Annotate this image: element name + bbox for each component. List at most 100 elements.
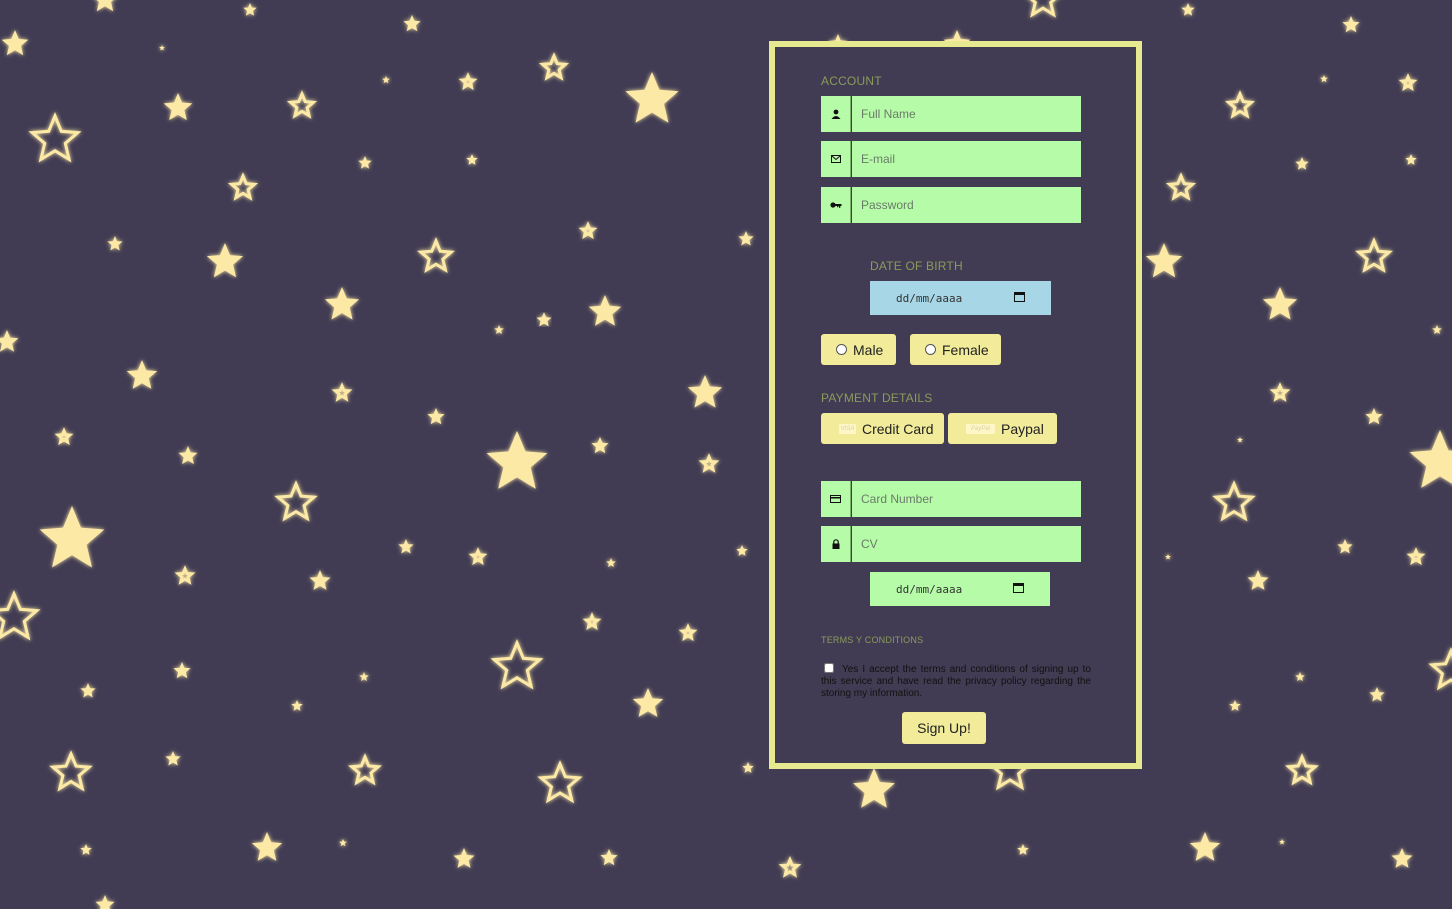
star-icon: [1369, 687, 1385, 702]
star-icon: [1295, 672, 1305, 681]
sign-up-button[interactable]: Sign Up!: [902, 712, 986, 744]
star-icon: [347, 753, 383, 786]
star-icon: [606, 558, 616, 567]
star-icon: [591, 437, 609, 454]
star-icon: [1, 30, 29, 56]
star-icon: [742, 762, 754, 773]
star-icon: [28, 112, 82, 163]
star-icon: [1320, 75, 1328, 83]
email-group: [821, 141, 1081, 177]
star-icon: [1262, 287, 1298, 320]
paypal-label: Paypal: [1001, 420, 1044, 437]
paypal-button[interactable]: PayPal Paypal: [948, 413, 1057, 444]
male-label: Male: [853, 341, 884, 358]
dob-date-placeholder: dd/mm/aaaa: [896, 291, 963, 305]
terms-checkbox[interactable]: [824, 663, 834, 673]
star-icon: [687, 375, 723, 408]
star-icon: [736, 545, 748, 556]
terms-statement: Yes I accept the terms and conditions of…: [821, 663, 1091, 700]
star-icon: [324, 287, 360, 320]
expiry-date-input[interactable]: dd/mm/aaaa: [870, 572, 1050, 606]
star-icon: [403, 15, 421, 32]
female-label: Female: [942, 341, 989, 358]
star-icon: [453, 848, 475, 868]
star-icon: [358, 156, 372, 169]
female-radio[interactable]: [925, 344, 936, 355]
starry-background: [0, 0, 1452, 909]
star-icon: [486, 431, 548, 489]
star-icon: [243, 3, 257, 16]
star-icon: [1212, 480, 1256, 522]
star-icon: [1337, 539, 1353, 554]
credit-card-label: Credit Card: [862, 420, 934, 437]
paypal-logo-icon: PayPal: [966, 423, 995, 434]
star-icon: [1391, 848, 1413, 868]
star-icon: [54, 427, 74, 446]
star-icon: [1365, 408, 1383, 425]
envelope-icon: [821, 141, 851, 177]
credit-card-button[interactable]: VISA Credit Card: [821, 413, 944, 444]
star-icon: [398, 539, 414, 554]
star-icon: [1269, 382, 1291, 402]
account-heading: ACCOUNT: [821, 74, 882, 88]
star-icon: [427, 408, 445, 425]
password-input[interactable]: [852, 187, 1081, 223]
terms-heading: TERMS Y CONDITIONS: [821, 635, 924, 645]
cv-group: [821, 526, 1081, 562]
female-option[interactable]: Female: [910, 334, 1001, 365]
dob-heading: DATE OF BIRTH: [870, 259, 963, 273]
star-icon: [458, 72, 478, 91]
star-icon: [359, 672, 369, 681]
star-icon: [163, 93, 193, 121]
cv-input[interactable]: [852, 526, 1081, 562]
calendar-icon[interactable]: [1014, 291, 1025, 305]
full-name-input[interactable]: [852, 96, 1081, 132]
terms-text: Yes I accept the terms and conditions of…: [821, 664, 1091, 699]
star-icon: [173, 662, 191, 679]
star-icon: [778, 856, 802, 878]
lock-icon: [821, 526, 851, 562]
male-option[interactable]: Male: [821, 334, 896, 365]
star-icon: [600, 849, 618, 866]
star-icon: [1279, 839, 1285, 845]
star-icon: [588, 295, 622, 326]
star-icon: [339, 839, 347, 847]
star-icon: [1355, 237, 1393, 274]
star-icon: [1405, 154, 1417, 165]
star-icon: [382, 76, 390, 84]
star-icon: [80, 844, 92, 855]
email-input[interactable]: [852, 141, 1081, 177]
star-icon: [417, 237, 455, 274]
star-icon: [95, 895, 115, 909]
card-number-input[interactable]: [852, 481, 1081, 517]
star-icon: [286, 90, 318, 119]
full-name-group: [821, 96, 1081, 132]
star-icon: [625, 72, 679, 123]
star-icon: [537, 760, 583, 804]
star-icon: [159, 45, 165, 51]
star-icon: [582, 612, 602, 631]
expiry-date-placeholder: dd/mm/aaaa: [896, 582, 963, 596]
star-icon: [0, 590, 41, 641]
star-icon: [1342, 16, 1360, 33]
star-icon: [1247, 570, 1269, 590]
key-icon: [821, 187, 851, 223]
star-icon: [1165, 554, 1171, 560]
dob-date-input[interactable]: dd/mm/aaaa: [870, 281, 1051, 315]
male-radio[interactable]: [836, 344, 847, 355]
signup-form: ACCOUNT DATE OF BIRTH dd/mm/aaaa Male Fe…: [769, 41, 1142, 769]
star-icon: [632, 688, 664, 717]
visa-logo-icon: VISA: [839, 423, 856, 434]
star-icon: [1030, 0, 1056, 18]
star-icon: [853, 768, 895, 808]
calendar-icon[interactable]: [1013, 582, 1024, 596]
user-icon: [821, 96, 851, 132]
star-icon: [1229, 700, 1241, 711]
star-icon: [174, 565, 196, 585]
star-icon: [1237, 437, 1243, 443]
star-icon: [1017, 844, 1029, 855]
star-icon: [227, 172, 259, 201]
star-icon: [678, 623, 698, 642]
star-icon: [1189, 832, 1221, 861]
card-number-group: [821, 481, 1081, 517]
